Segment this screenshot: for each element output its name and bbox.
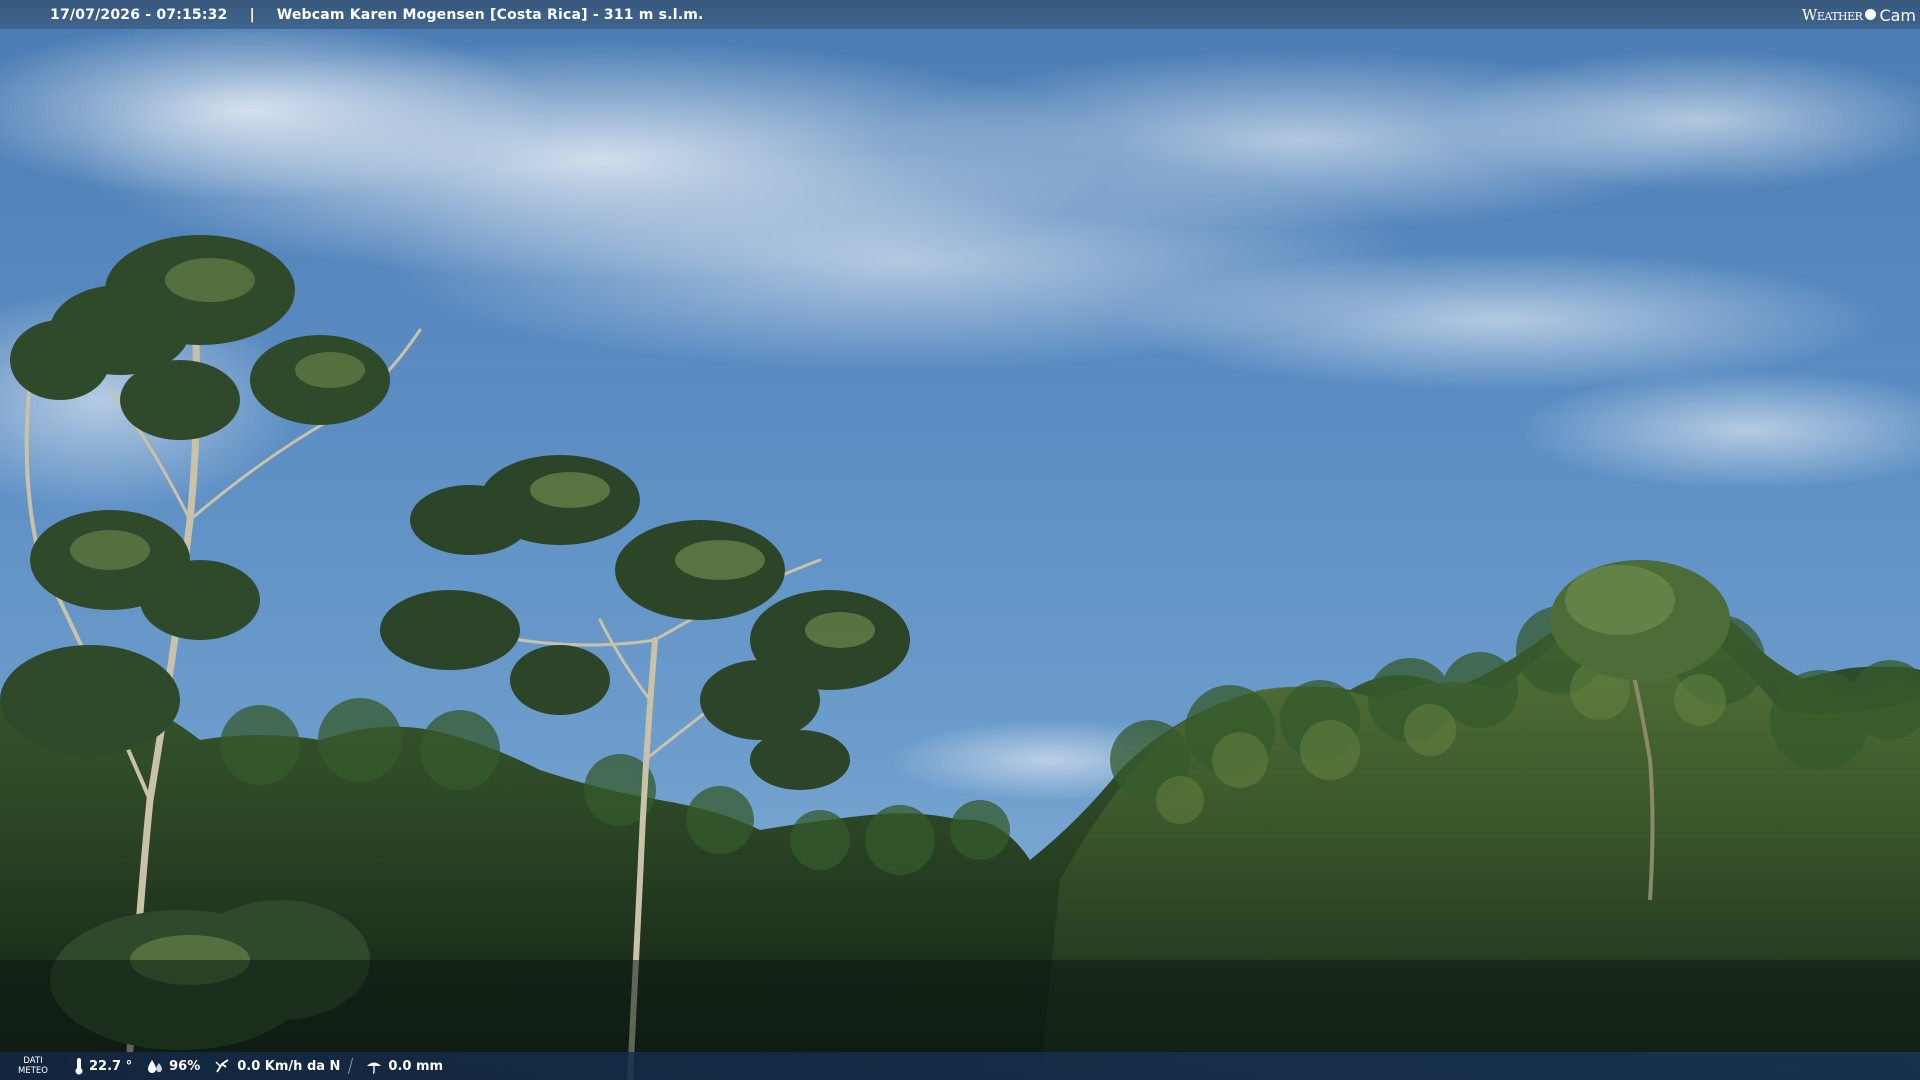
logo-word-weather: Weather xyxy=(1801,6,1863,24)
wind-icon xyxy=(215,1059,229,1073)
rain-icon xyxy=(367,1062,382,1074)
weather-data-bar: DATI METEO 22.7 ° 96% 0.0 Km/h da N 0.0 … xyxy=(0,1052,1920,1080)
weathercam-logo: Weather Cam xyxy=(1802,4,1916,26)
footer-divider xyxy=(348,1058,354,1074)
wind-value: 0.0 Km/h da N xyxy=(237,1058,341,1074)
logo-word-cam: Cam xyxy=(1879,5,1916,25)
thermometer-icon xyxy=(75,1058,83,1075)
humidity-reading: 96% xyxy=(146,1058,200,1074)
wind-reading: 0.0 Km/h da N xyxy=(214,1058,340,1074)
humidity-value: 96% xyxy=(169,1058,201,1074)
datetime-label: 17/07/2026 - 07:15:32 xyxy=(50,6,228,23)
header-separator: | xyxy=(249,6,255,23)
logo-dot-icon xyxy=(1865,8,1877,20)
header-bar: 17/07/2026 - 07:15:32 | Webcam Karen Mog… xyxy=(0,0,1920,29)
rain-value: 0.0 mm xyxy=(388,1058,444,1074)
rain-reading: 0.0 mm xyxy=(365,1058,443,1074)
temperature-value: 22.7 ° xyxy=(89,1058,133,1074)
weather-data-label: DATI METEO xyxy=(18,1056,48,1076)
webcam-image xyxy=(0,0,1920,1080)
humidity-drop-icon xyxy=(148,1060,163,1073)
temperature-reading: 22.7 ° xyxy=(74,1057,132,1075)
webcam-title: Webcam Karen Mogensen [Costa Rica] - 311… xyxy=(276,6,704,23)
